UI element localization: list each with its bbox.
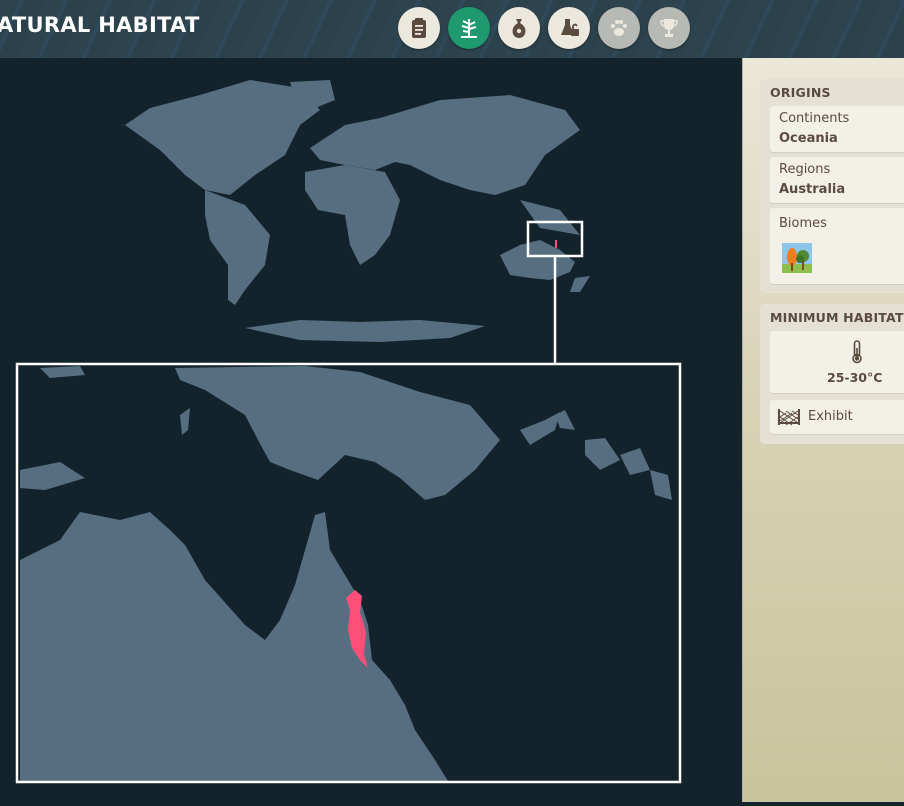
food-sack-icon: [512, 19, 526, 38]
habitat-icon: [461, 19, 477, 38]
origins-card: ORIGINS Continents Oceania Regions Austr…: [760, 79, 904, 293]
range-marker-small: [555, 240, 557, 248]
tab-info[interactable]: [398, 7, 440, 49]
clipboard-icon: [412, 18, 426, 38]
temperature-item: 25-30°C: [770, 331, 904, 393]
tab-bar: [398, 7, 690, 49]
map-canvas: [15, 80, 682, 784]
tab-enrichment[interactable]: [548, 7, 590, 49]
enrichment-lock-icon: [561, 19, 579, 36]
barrier-item: Exhibit: [770, 400, 904, 434]
tropical-forest-biome-icon[interactable]: [782, 243, 812, 273]
minimum-habitat-heading: MINIMUM HABITAT I: [770, 310, 904, 325]
continents-item: Continents Oceania: [770, 106, 904, 152]
trophy-icon: [660, 19, 678, 37]
tab-animal[interactable]: [598, 7, 640, 49]
barrier-label: Exhibit: [808, 409, 853, 424]
habitat-map: [0, 58, 742, 802]
continents-value: Oceania: [779, 131, 838, 146]
world-map: [125, 80, 590, 342]
tab-habitat[interactable]: [448, 7, 490, 49]
temperature-value: 25-30°C: [827, 370, 883, 385]
regions-label: Regions: [779, 162, 831, 177]
paw-icon: [611, 20, 627, 36]
biomes-item: Biomes: [770, 208, 904, 284]
biomes-label: Biomes: [779, 216, 827, 231]
top-bar: ATURAL HABITAT: [0, 0, 904, 59]
origins-heading: ORIGINS: [770, 85, 831, 100]
continents-label: Continents: [779, 111, 850, 126]
regions-value: Australia: [779, 182, 846, 197]
tab-achievements[interactable]: [648, 7, 690, 49]
page-title: ATURAL HABITAT: [0, 13, 200, 37]
fence-icon: [777, 408, 801, 426]
minimum-habitat-card: MINIMUM HABITAT I 25-30°C Exhibit: [760, 304, 904, 444]
tab-food[interactable]: [498, 7, 540, 49]
zoom-inset: [15, 362, 682, 784]
thermometer-icon: [849, 340, 865, 364]
regions-item: Regions Australia: [770, 157, 904, 203]
